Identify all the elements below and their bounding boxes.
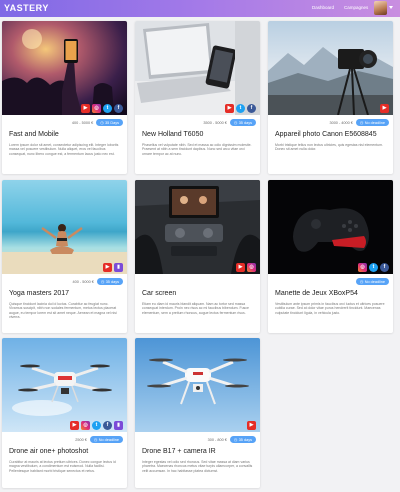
card-description: Lorem ipsum dolor sit amet, consectetur …	[9, 143, 119, 156]
badge-label: No deadline	[98, 437, 119, 442]
twitter-icon[interactable]: t	[236, 104, 245, 113]
badge-label: 35 days	[238, 120, 252, 125]
facebook-icon[interactable]: f	[247, 104, 256, 113]
card-description: Quisque tincidunt lacinia dui id luctus.…	[9, 302, 117, 320]
card-image	[2, 338, 127, 432]
instagram-icon[interactable]: ◎	[247, 263, 256, 272]
card-description: Integer egestas vel odio sed rhoncus. Se…	[142, 460, 253, 473]
campaign-card[interactable]: ▶ ◎ t f ▮ 2500 € ◷ No deadline Drone air …	[2, 338, 127, 488]
avatar[interactable]	[374, 1, 387, 15]
campaign-card[interactable]: ▶ 300 - 800 € ◷ 35 days Drone B17 + camer…	[135, 338, 260, 488]
instagram-icon[interactable]: ◎	[358, 263, 367, 272]
card-title[interactable]: Drone B17 + camera IR	[142, 448, 216, 455]
campaign-card[interactable]: ◎ t f ◷ No deadline Manette de Jeux XBoxP…	[268, 180, 393, 333]
deadline-badge: ◷ 35 days	[96, 278, 123, 285]
campaign-card[interactable]: ▶ ◎ t f 400 - 5000 € ◷ 35 Days Fast and M…	[2, 21, 127, 174]
clock-icon: ◷	[100, 280, 105, 284]
price-range: 2500 €	[75, 437, 87, 442]
card-image	[2, 180, 127, 274]
youtube-icon[interactable]: ▶	[236, 263, 245, 272]
facebook-icon[interactable]: f	[380, 263, 389, 272]
facebook-icon[interactable]: f	[103, 421, 112, 430]
badge-label: 35 days	[238, 437, 252, 442]
card-image	[268, 21, 393, 115]
instagram-icon[interactable]: ◎	[92, 104, 101, 113]
deadline-badge: ◷ 35 Days	[96, 119, 123, 126]
twitter-icon[interactable]: t	[92, 421, 101, 430]
youtube-icon[interactable]: ▶	[81, 104, 90, 113]
twitch-icon[interactable]: ▮	[114, 263, 123, 272]
price-range: 400 - 5000 €	[71, 120, 94, 125]
card-title[interactable]: Manette de Jeux XBoxP54	[275, 290, 358, 297]
chevron-down-icon[interactable]	[389, 6, 393, 9]
clock-icon: ◷	[100, 121, 104, 125]
badge-label: 35 Days	[105, 120, 119, 125]
youtube-icon[interactable]: ▶	[70, 421, 79, 430]
deadline-badge: ◷ No deadline	[355, 278, 389, 285]
card-image	[2, 21, 127, 115]
youtube-icon[interactable]: ▶	[247, 421, 256, 430]
card-image	[135, 21, 260, 115]
campaign-card[interactable]: ▶ t f 3500 - 5000 € ◷ 35 days New Holland…	[135, 21, 260, 174]
card-description: Vestibulum ante ipsum primis in faucibus…	[275, 302, 385, 315]
youtube-icon[interactable]: ▶	[380, 104, 389, 113]
campaign-card[interactable]: ▶ ▮ 400 - 5000 € ◷ 35 days Yoga masters 2…	[2, 180, 127, 333]
price-range: 400 - 5000 €	[72, 279, 94, 284]
badge-label: No deadline	[364, 279, 385, 284]
app-logo[interactable]: YASTERY	[4, 3, 49, 13]
facebook-icon[interactable]: f	[114, 104, 123, 113]
deadline-badge: ◷ 35 days	[229, 436, 256, 443]
youtube-icon[interactable]: ▶	[103, 263, 112, 272]
clock-icon: ◷	[359, 280, 364, 284]
card-description: Phasellus vel vulputate nibh. Sed et mas…	[142, 143, 252, 156]
card-description: Morbi tristique tellus non lectus ultric…	[275, 143, 383, 152]
card-image	[135, 180, 260, 274]
card-description: Etiam eu diam id mauris blandit aliquam.…	[142, 302, 249, 315]
card-description: Curabitur at mauris at lectus pretium ul…	[9, 460, 116, 473]
campaign-card[interactable]: ▶ 3000 - 4000 € ◷ No deadline Appareil ph…	[268, 21, 393, 174]
card-title[interactable]: Car screen	[142, 290, 176, 297]
youtube-icon[interactable]: ▶	[225, 104, 234, 113]
clock-icon: ◷	[233, 438, 238, 442]
card-image	[268, 180, 393, 274]
twitter-icon[interactable]: t	[103, 104, 112, 113]
card-title[interactable]: Yoga masters 2017	[9, 290, 69, 297]
twitter-icon[interactable]: t	[369, 263, 378, 272]
deadline-badge: ◷ No deadline	[89, 436, 123, 443]
badge-label: No deadline	[364, 120, 385, 125]
deadline-badge: ◷ 35 days	[229, 119, 256, 126]
card-title[interactable]: Drone air one+ photoshot	[9, 448, 88, 455]
card-image	[135, 338, 260, 432]
clock-icon: ◷	[359, 121, 364, 125]
instagram-icon[interactable]: ◎	[81, 421, 90, 430]
twitch-icon[interactable]: ▮	[114, 421, 123, 430]
nav-dashboard[interactable]: Dashboard	[312, 5, 334, 10]
top-bar: YASTERY Dashboard Campagnes	[0, 0, 400, 17]
card-title[interactable]: New Holland T6050	[142, 131, 203, 138]
price-range: 300 - 800 €	[207, 437, 227, 442]
badge-label: 35 days	[105, 279, 119, 284]
deadline-badge: ◷ No deadline	[355, 119, 389, 126]
card-title[interactable]: Fast and Mobile	[9, 131, 59, 138]
price-range: 3000 - 4000 €	[329, 120, 353, 125]
clock-icon: ◷	[233, 121, 238, 125]
campaign-card[interactable]: ▶ ◎ Car screen Etiam eu diam id mauris b…	[135, 180, 260, 333]
clock-icon: ◷	[93, 438, 98, 442]
nav-campagnes[interactable]: Campagnes	[344, 5, 368, 10]
card-title[interactable]: Appareil photo Canon E5608845	[275, 131, 377, 138]
price-range: 3500 - 5000 €	[203, 120, 227, 125]
